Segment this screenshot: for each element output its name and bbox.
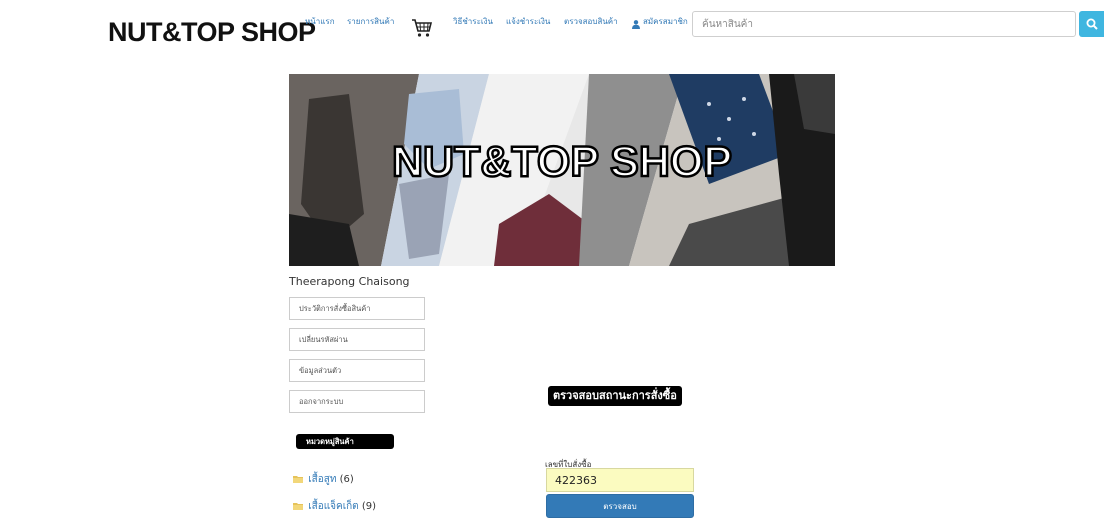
category-name[interactable]: เสื้อแจ็คเก็ต	[308, 501, 359, 512]
folder-icon	[293, 503, 303, 510]
category-count: (6)	[339, 474, 354, 485]
username: Theerapong Chaisong	[289, 275, 410, 288]
order-number-input[interactable]	[546, 468, 694, 492]
profile-button[interactable]: ข้อมูลส่วนตัว	[289, 359, 425, 382]
banner: NUT&TOP SHOP	[289, 74, 835, 266]
search-button[interactable]	[1079, 11, 1104, 37]
user-icon	[632, 14, 640, 29]
folder-icon	[293, 476, 303, 483]
cart-icon[interactable]	[411, 17, 433, 39]
nav-check-product[interactable]: ตรวจสอบสินค้า	[564, 15, 618, 28]
logout-button[interactable]: ออกจากระบบ	[289, 390, 425, 413]
nav-home[interactable]: หน้าแรก	[305, 15, 335, 28]
order-status-title: ตรวจสอบสถานะการสั่งซื้อ	[548, 386, 682, 406]
category-header: หมวดหมู่สินค้า	[296, 434, 394, 449]
category-name[interactable]: เสื้อสูท	[308, 474, 336, 485]
nav-products[interactable]: รายการสินค้า	[347, 15, 394, 28]
logo[interactable]: NUT&TOP SHOP	[108, 17, 316, 48]
banner-title: NUT&TOP SHOP	[391, 137, 734, 188]
nav-payment-notify[interactable]: แจ้งชำระเงิน	[506, 15, 550, 28]
nav-register[interactable]: สมัครสมาชิก	[643, 15, 688, 28]
category-item-jackets[interactable]: เสื้อแจ็คเก็ต (9)	[293, 499, 376, 514]
nav-payment-method[interactable]: วิธีชำระเงิน	[453, 15, 493, 28]
search-icon	[1086, 18, 1098, 30]
change-password-button[interactable]: เปลี่ยนรหัสผ่าน	[289, 328, 425, 351]
category-count: (9)	[361, 501, 377, 512]
check-button[interactable]: ตรวจสอบ	[546, 494, 694, 518]
category-item-suits[interactable]: เสื้อสูท (6)	[293, 472, 354, 487]
search-input[interactable]	[692, 11, 1076, 37]
order-history-button[interactable]: ประวัติการสั่งซื้อสินค้า	[289, 297, 425, 320]
